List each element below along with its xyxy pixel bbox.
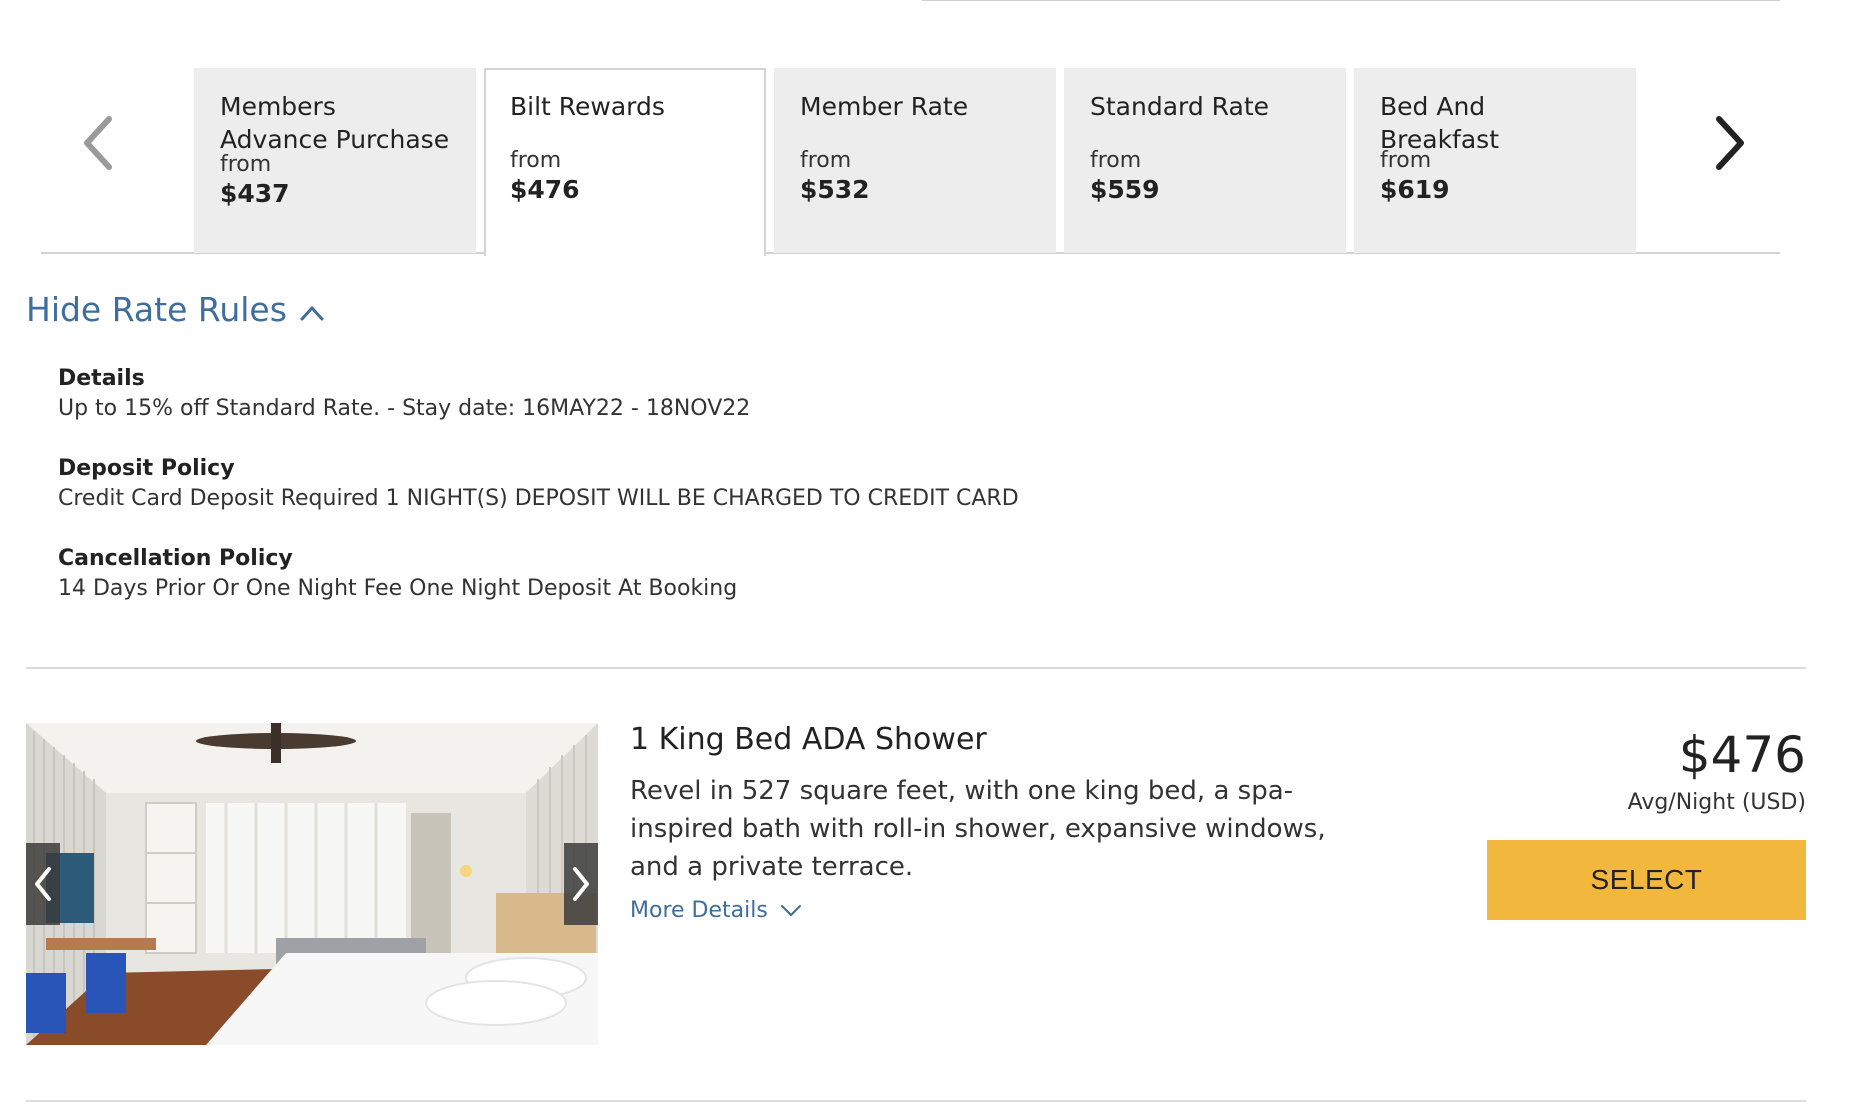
chevron-up-icon [300,306,324,320]
rate-tab-from: from [510,148,562,173]
chevron-left-icon [35,867,51,901]
rate-tab-name: Member Rate [800,92,969,121]
bottom-divider [26,1100,1806,1102]
rate-tab-name: Bilt Rewards [510,92,665,121]
rate-tab-from: from [800,148,852,173]
select-button[interactable]: SELECT [1487,840,1806,920]
carousel-next-button[interactable] [1696,108,1766,178]
rate-tab-bed-and-breakfast[interactable]: Bed And Breakfast from $619 [1354,68,1636,253]
room-photo-carousel [26,723,598,1045]
more-details-label: More Details [630,898,768,923]
rate-tab-name: Standard Rate [1090,92,1270,121]
carousel-prev-button[interactable] [62,108,132,178]
rate-tab-bilt-rewards[interactable]: Bilt Rewards from $476 [484,68,766,256]
room-price: $476 [1678,726,1806,784]
photo-prev-button[interactable] [26,843,60,925]
chevron-right-icon [1716,116,1744,170]
section-divider [26,667,1806,669]
hide-rate-rules-toggle[interactable]: Hide Rate Rules [26,290,325,329]
rate-rule-deposit-policy: Deposit Policy Credit Card Deposit Requi… [58,454,1158,514]
rate-rule-details: Details Up to 15% off Standard Rate. - S… [58,364,1158,424]
rate-rule-title: Cancellation Policy [58,546,293,571]
rate-tab-name: Bed And Breakfast [1380,92,1500,154]
rate-tab-price: $619 [1380,175,1450,204]
hide-rate-rules-label: Hide Rate Rules [26,290,287,329]
rate-tab-price: $559 [1090,175,1160,204]
photo-next-button[interactable] [564,843,598,925]
room-title: 1 King Bed ADA Shower [630,722,987,757]
rate-tab-standard-rate[interactable]: Standard Rate from $559 [1064,68,1346,253]
rate-tab-member-rate[interactable]: Member Rate from $532 [774,68,1056,253]
rate-rule-text: Credit Card Deposit Required 1 NIGHT(S) … [58,486,1019,511]
rate-tabs-carousel: Members Advance Purchase from $437 Bilt … [0,68,1866,258]
rate-rule-text: Up to 15% off Standard Rate. - Stay date… [58,396,751,421]
rate-rule-cancellation-policy: Cancellation Policy 14 Days Prior Or One… [58,544,1158,604]
chevron-down-icon [780,904,801,916]
rate-rule-title: Deposit Policy [58,456,235,481]
rate-tab-price: $437 [220,179,290,208]
rate-tab-price: $476 [510,175,580,204]
rate-tab-members-advance-purchase[interactable]: Members Advance Purchase from $437 [194,68,476,253]
room-photo [26,723,598,1045]
rate-tab-from: from [1090,148,1142,173]
rate-rules-list: Details Up to 15% off Standard Rate. - S… [58,364,1158,634]
rate-tab-name: Members Advance Purchase [220,92,450,154]
price-note: Avg/Night (USD) [1627,790,1806,815]
room-description: Revel in 527 square feet, with one king … [630,776,1326,882]
more-details-link[interactable]: More Details [630,898,802,923]
top-divider [922,0,1780,1]
rate-rule-text: 14 Days Prior Or One Night Fee One Night… [58,576,738,601]
rate-tab-price: $532 [800,175,870,204]
chevron-right-icon [573,867,589,901]
rate-rule-title: Details [58,366,145,391]
chevron-left-icon [84,116,112,170]
